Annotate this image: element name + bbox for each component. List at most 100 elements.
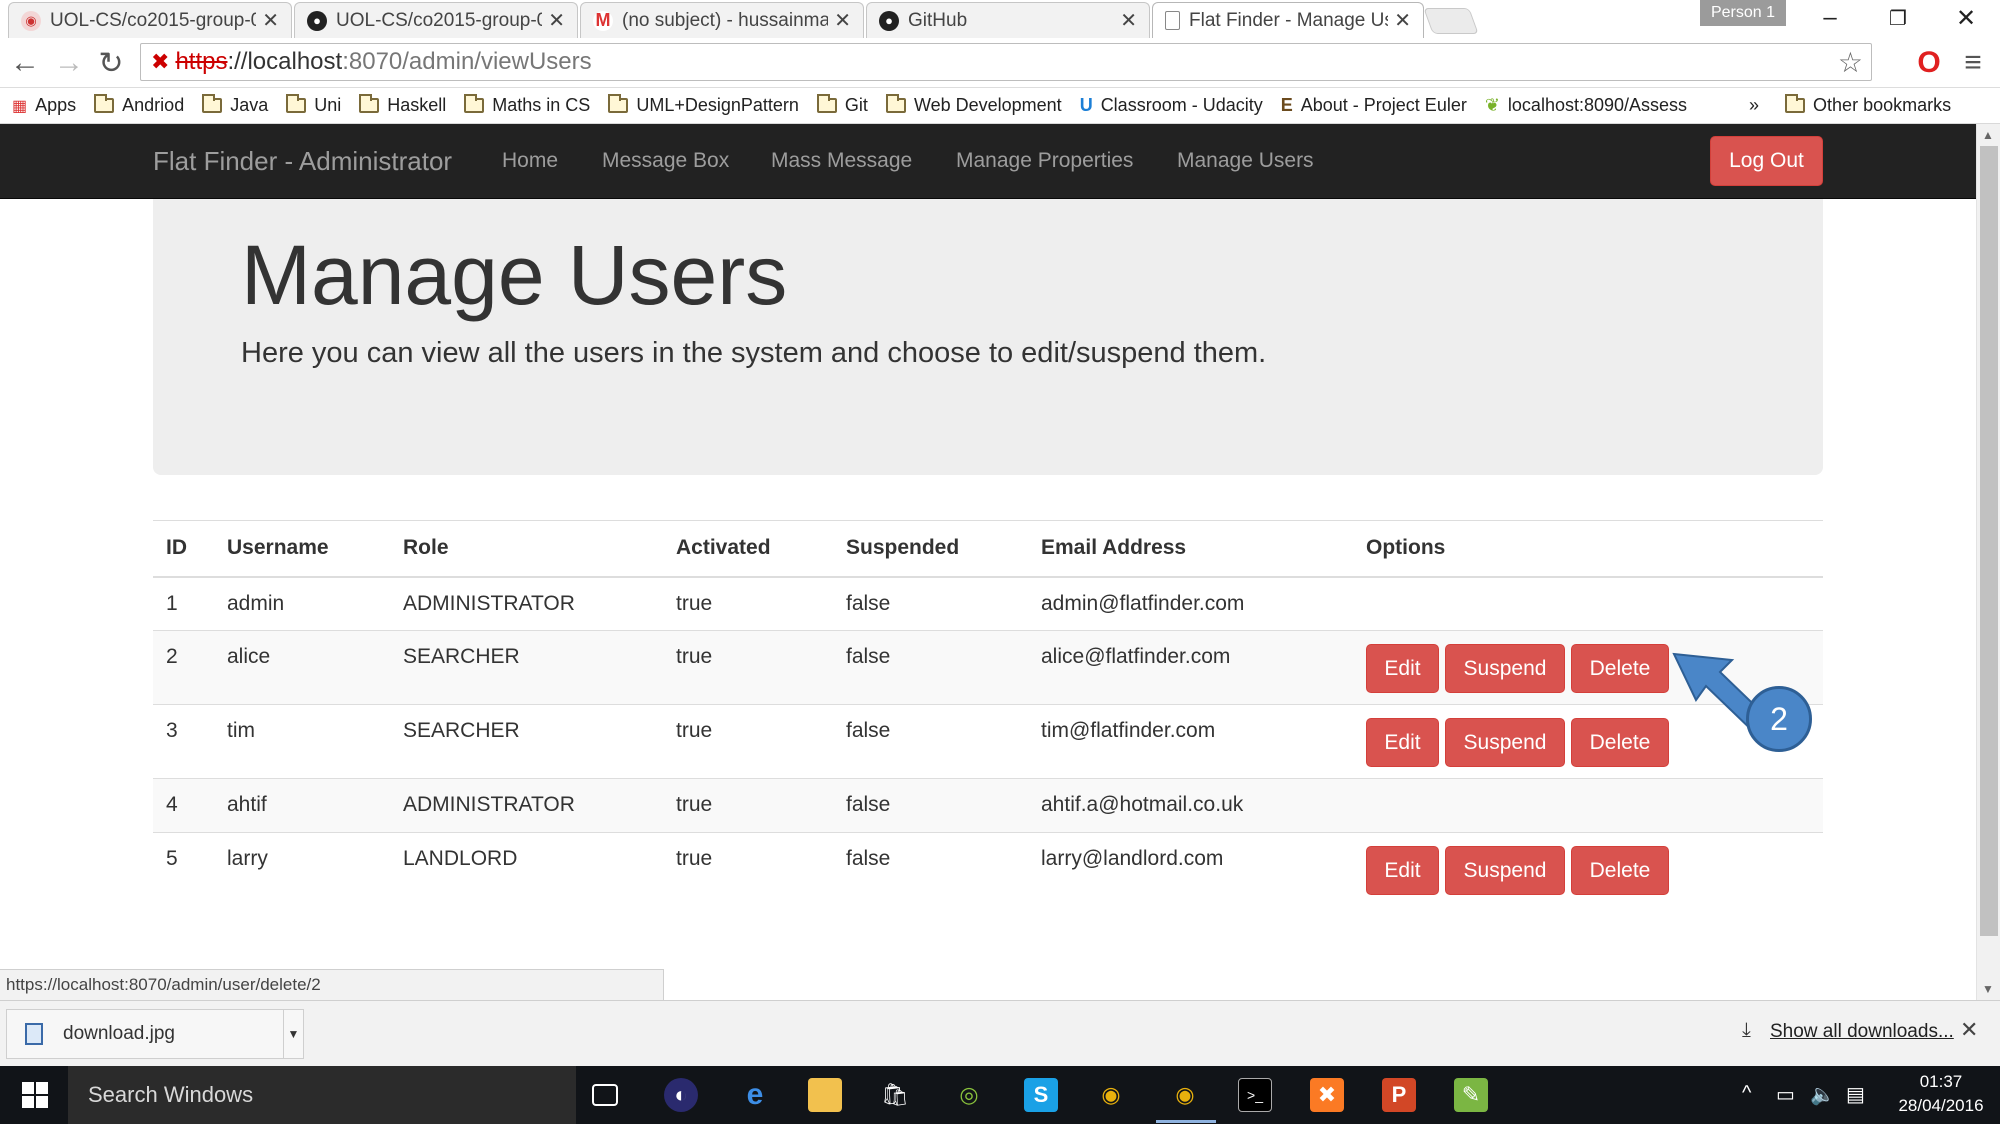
action-center-icon[interactable]: ▤ [1846,1082,1865,1107]
xampp-icon[interactable]: ✖ [1310,1078,1344,1112]
new-tab-button[interactable] [1423,8,1479,34]
browser-tab-active[interactable]: Flat Finder - Manage User ✕ [1152,2,1424,38]
edge-icon[interactable]: e [738,1078,772,1112]
cell-role: ADMINISTRATOR [390,778,663,833]
taskbar-search[interactable]: Search Windows [68,1066,576,1124]
volume-icon[interactable]: 🔈 [1810,1082,1835,1107]
store-icon[interactable]: 🛍 [878,1078,912,1112]
profile-button[interactable]: Person 1 [1700,0,1786,26]
other-bookmarks[interactable]: Other bookmarks [1785,94,1951,116]
udacity-icon: U [1079,95,1093,115]
close-window-icon[interactable]: ✕ [1932,0,2000,36]
folder-icon [464,94,485,113]
bookmark-folder[interactable]: Uni [286,94,341,116]
download-item[interactable]: download.jpg ▼ [6,1009,304,1059]
tab-title: UOL-CS/co2015-group-06 [50,9,257,31]
nav-home[interactable]: Home [502,149,558,173]
restore-icon[interactable]: ❐ [1864,0,1932,36]
bookmark-label: Java [230,95,269,115]
tab-close-icon[interactable]: ✕ [1394,8,1411,33]
file-explorer-icon[interactable] [808,1078,842,1112]
chrome-icon[interactable]: ◉ [1094,1078,1128,1112]
bookmark-udacity[interactable]: U Classroom - Udacity [1080,95,1263,116]
suspend-button[interactable]: Suspend [1445,644,1565,693]
insecure-lock-icon[interactable]: ✖ [151,49,169,75]
minimize-icon[interactable]: – [1796,0,1864,36]
bookmark-euler[interactable]: E About - Project Euler [1281,95,1467,116]
bookmark-folder[interactable]: Maths in CS [464,94,590,116]
notepadpp-icon[interactable]: ✎ [1454,1078,1488,1112]
bookmark-folder[interactable]: Java [202,94,269,116]
delete-button[interactable]: Delete [1571,644,1669,693]
address-bar[interactable]: ✖ https://localhost:8070/admin/viewUsers… [140,43,1872,81]
chrome-active-icon[interactable]: ◉ [1168,1078,1202,1112]
folder-icon [1785,94,1806,113]
delete-button[interactable]: Delete [1571,846,1669,895]
page-viewport: Flat Finder - Administrator Home Message… [0,124,1976,964]
back-arrow-icon[interactable]: ← [8,46,42,80]
page-scrollbar[interactable]: ▲ ▼ [1976,124,2000,1000]
nav-mass-message[interactable]: Mass Message [771,149,912,173]
browser-tab-4[interactable]: ● GitHub ✕ [866,2,1150,38]
tab-close-icon[interactable]: ✕ [1120,8,1137,33]
site-brand[interactable]: Flat Finder - Administrator [153,146,452,177]
edit-button[interactable]: Edit [1366,846,1439,895]
euler-icon: E [1280,95,1293,115]
browser-tab-2[interactable]: ● UOL-CS/co2015-group-06 ✕ [294,2,578,38]
edit-button[interactable]: Edit [1366,644,1439,693]
reload-icon[interactable]: ↻ [94,46,128,80]
menu-icon[interactable]: ≡ [1956,46,1990,80]
bookmark-folder[interactable]: Git [816,94,868,116]
android-studio-icon[interactable]: ◎ [952,1078,986,1112]
cell-username: ahtif [214,778,390,833]
scroll-down-icon[interactable]: ▼ [1982,982,1994,996]
eclipse-icon[interactable]: ◐ [664,1078,698,1112]
bookmark-star-icon[interactable]: ☆ [1838,46,1863,79]
task-view-icon[interactable] [592,1084,618,1106]
edit-button[interactable]: Edit [1366,718,1439,767]
folder-icon [359,94,380,113]
nav-message-box[interactable]: Message Box [602,149,729,173]
browser-tab-1[interactable]: ◉ UOL-CS/co2015-group-06 ✕ [8,2,292,38]
folder-icon [94,94,115,113]
bookmark-localhost[interactable]: ❦ localhost:8090/Assess [1485,95,1687,116]
skype-icon[interactable]: S [1024,1078,1058,1112]
opera-extension-icon[interactable]: O [1912,46,1946,80]
close-icon[interactable]: ✕ [1960,1017,1978,1043]
terminal-icon[interactable]: >_ [1238,1078,1272,1112]
forward-arrow-icon[interactable]: → [52,46,86,80]
status-url: https://localhost:8070/admin/user/delete… [0,969,664,1001]
table-row: 5 larry LANDLORD true false larry@landlo… [153,832,1823,907]
show-all-downloads-link[interactable]: Show all downloads... [1770,1021,1954,1043]
tab-close-icon[interactable]: ✕ [548,8,565,33]
bookmark-folder[interactable]: Haskell [359,94,446,116]
nav-manage-properties[interactable]: Manage Properties [956,149,1133,173]
taskbar-clock[interactable]: 01:37 28/04/2016 [1888,1070,1994,1118]
logout-button[interactable]: Log Out [1710,136,1823,186]
delete-button[interactable]: Delete [1571,718,1669,767]
suspend-button[interactable]: Suspend [1445,846,1565,895]
column-header-suspended: Suspended [833,520,1028,578]
powerpoint-icon[interactable]: P [1382,1078,1416,1112]
tab-close-icon[interactable]: ✕ [834,8,851,33]
browser-tab-3[interactable]: M (no subject) - hussainmaj ✕ [580,2,864,38]
nav-manage-users[interactable]: Manage Users [1177,149,1314,173]
download-filename: download.jpg [63,1023,175,1044]
bookmark-apps[interactable]: ▦ Apps [12,95,76,116]
folder-icon [202,94,223,113]
tab-close-icon[interactable]: ✕ [262,8,279,33]
tray-chevron-icon[interactable]: ^ [1742,1082,1751,1105]
bookmarks-overflow-button[interactable]: » [1749,95,1759,116]
windows-taskbar: Search Windows ◐ e 🛍 ◎ S ◉ ◉ >_ ✖ P ✎ ^ … [0,1066,2000,1124]
bookmark-folder[interactable]: Andriod [94,94,184,116]
bookmark-label: Git [844,95,868,115]
battery-icon[interactable]: ▭ [1776,1082,1795,1107]
chevron-down-icon[interactable]: ▼ [283,1010,303,1058]
scroll-thumb[interactable] [1980,146,1998,936]
suspend-button[interactable]: Suspend [1445,718,1565,767]
bookmark-folder[interactable]: Web Development [885,94,1062,116]
windows-start-icon[interactable] [22,1082,48,1108]
bookmark-folder[interactable]: UML+DesignPattern [608,94,799,116]
scroll-up-icon[interactable]: ▲ [1982,128,1994,142]
cell-email: tim@flatfinder.com [1028,704,1353,779]
